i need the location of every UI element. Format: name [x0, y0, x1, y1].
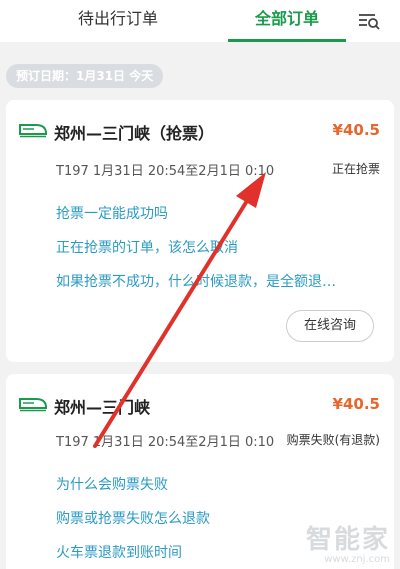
faq-link[interactable]: 如果抢票不成功，什么时候退款，是全额退… — [56, 271, 336, 291]
order-tabs: 待出行订单 全部订单 — [0, 0, 400, 42]
trip-info: T197 1月31日 20:54至2月1日 0:10 — [56, 164, 275, 179]
trip-info: T197 1月31日 20:54至2月1日 0:10 — [56, 435, 275, 450]
faq-link[interactable]: 购票或抢票失败怎么退款 — [56, 508, 210, 528]
route-title: 郑州—三门峡 — [54, 398, 151, 417]
order-price: ¥40.5 — [332, 121, 380, 139]
watermark: 智能家 www.znj.com — [306, 519, 390, 565]
online-consult-button[interactable]: 在线咨询 — [286, 310, 374, 342]
order-status: 购票失败(有退款) — [286, 433, 380, 447]
tab-all-orders[interactable]: 全部订单 — [228, 0, 346, 42]
order-card[interactable]: 郑州—三门峡（抢票） ¥40.5 T197 1月31日 20:54至2月1日 0… — [6, 100, 394, 362]
faq-link[interactable]: 为什么会购票失败 — [56, 474, 168, 494]
faq-link[interactable]: 抢票一定能成功吗 — [56, 203, 168, 223]
filter-button[interactable] — [356, 9, 382, 33]
order-status: 正在抢票 — [331, 162, 380, 176]
booking-date-chip: 预订日期：1月31日 今天 — [6, 64, 164, 88]
filter-search-icon — [359, 14, 380, 30]
watermark-logo: 智能家 — [305, 525, 390, 555]
faq-link[interactable]: 正在抢票的订单，该怎么取消 — [56, 237, 238, 257]
route-title: 郑州—三门峡（抢票） — [54, 124, 215, 143]
order-price: ¥40.5 — [332, 395, 380, 413]
train-icon — [19, 398, 47, 412]
faq-link[interactable]: 火车票退款到账时间 — [56, 542, 182, 562]
tab-pending-orders[interactable]: 待出行订单 — [58, 0, 178, 42]
train-icon — [19, 124, 47, 138]
